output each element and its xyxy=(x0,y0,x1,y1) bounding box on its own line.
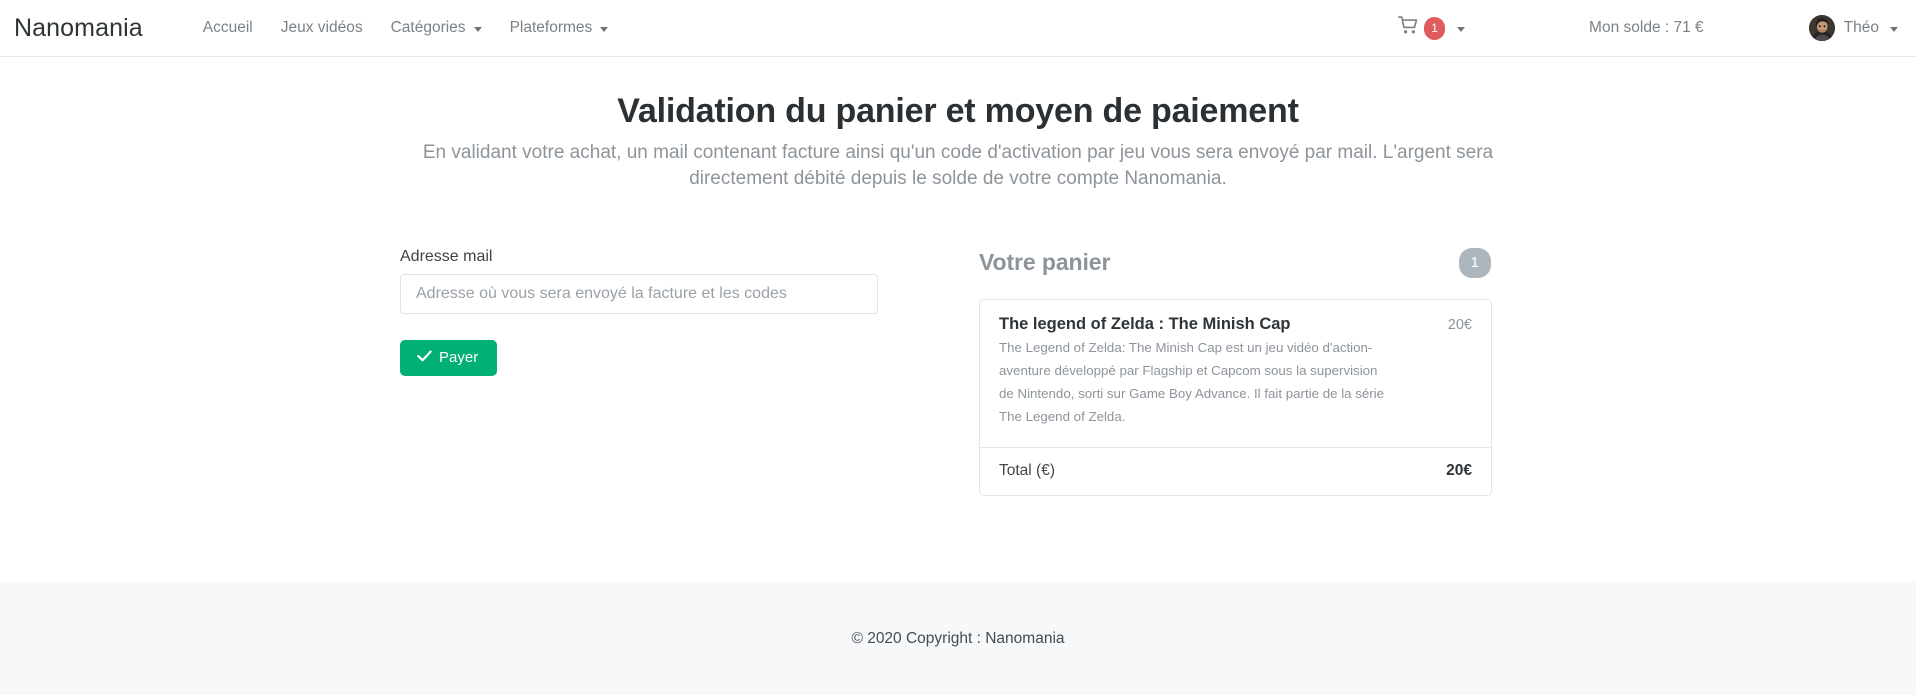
cart-item-description: The Legend of Zelda: The Minish Cap est … xyxy=(999,340,1385,425)
nav-link-jeux-videos[interactable]: Jeux vidéos xyxy=(267,13,377,43)
cart-card: The legend of Zelda : The Minish Cap 20€… xyxy=(979,298,1492,496)
cart-summary-header: Votre panier 1 xyxy=(979,247,1492,278)
nav-item-plateformes: Plateformes xyxy=(496,13,623,43)
brand-logo[interactable]: Nanomania xyxy=(14,14,143,43)
cart-summary-title: Votre panier xyxy=(979,249,1111,276)
checkout-columns: Adresse mail Payer Votre panier 1 xyxy=(0,247,1916,496)
cart-button[interactable]: 1 xyxy=(1392,12,1471,44)
navbar-right-group: 1 Mon solde : 71 € Théo xyxy=(1392,12,1898,44)
nav-link-accueil[interactable]: Accueil xyxy=(189,13,267,43)
email-input[interactable] xyxy=(400,273,878,314)
email-field-label: Adresse mail xyxy=(400,247,493,265)
cart-total-label: Total (€) xyxy=(999,461,1055,479)
chevron-down-icon xyxy=(473,26,482,32)
cart-item-price: 20€ xyxy=(1447,316,1472,333)
cart-total-row: Total (€) 20€ xyxy=(980,448,1491,495)
cart-item-name: The legend of Zelda : The Minish Cap xyxy=(999,314,1291,333)
nav-link-jeux-videos-label: Jeux vidéos xyxy=(280,19,363,36)
nav-link-plateformes-label: Plateformes xyxy=(509,19,593,36)
hero-section: Validation du panier et moyen de paiemen… xyxy=(0,57,1916,192)
shopping-cart-icon xyxy=(1398,16,1419,40)
user-menu-button[interactable]: Théo xyxy=(1808,15,1898,41)
avatar xyxy=(1808,15,1835,41)
page-footer: © 2020 Copyright : Nanomania xyxy=(0,582,1916,695)
main-content: Validation du panier et moyen de paiemen… xyxy=(0,57,1916,582)
page-title: Validation du panier et moyen de paiemen… xyxy=(617,92,1299,130)
pay-button-label: Payer xyxy=(439,348,479,366)
copyright-text: © 2020 Copyright : Nanomania xyxy=(851,629,1065,647)
nav-item-jeux-videos: Jeux vidéos xyxy=(267,13,377,43)
cart-summary-column: Votre panier 1 The legend of Zelda : The… xyxy=(958,247,1862,496)
nav-item-categories: Catégories xyxy=(377,13,496,43)
nav-link-categories-label: Catégories xyxy=(390,19,466,36)
cart-total-value: 20€ xyxy=(1446,461,1472,479)
pay-button[interactable]: Payer xyxy=(400,339,498,376)
chevron-down-icon xyxy=(1457,26,1466,32)
check-icon xyxy=(417,350,432,365)
nav-link-plateformes[interactable]: Plateformes xyxy=(496,13,623,43)
payment-form: Adresse mail Payer xyxy=(400,248,934,376)
page-subtitle: En validant votre achat, un mail contena… xyxy=(422,142,1494,189)
primary-nav: Accueil Jeux vidéos Catégories Plateform… xyxy=(189,13,623,43)
chevron-down-icon xyxy=(1890,26,1898,32)
account-balance: Mon solde : 71 € xyxy=(1589,19,1704,36)
nav-link-categories[interactable]: Catégories xyxy=(377,13,496,43)
cart-items-count-badge: 1 xyxy=(1458,247,1491,278)
nav-link-accueil-label: Accueil xyxy=(202,19,253,36)
cart-item-header: The legend of Zelda : The Minish Cap 20€ xyxy=(999,315,1472,335)
top-navbar: Nanomania Accueil Jeux vidéos Catégories… xyxy=(0,0,1916,57)
chevron-down-icon xyxy=(600,26,609,32)
nav-item-accueil: Accueil xyxy=(189,13,267,43)
cart-count-badge: 1 xyxy=(1424,16,1446,40)
cart-item-row[interactable]: The legend of Zelda : The Minish Cap 20€… xyxy=(980,300,1491,448)
user-name-label: Théo xyxy=(1843,19,1879,36)
payment-form-column: Adresse mail Payer xyxy=(54,248,958,496)
